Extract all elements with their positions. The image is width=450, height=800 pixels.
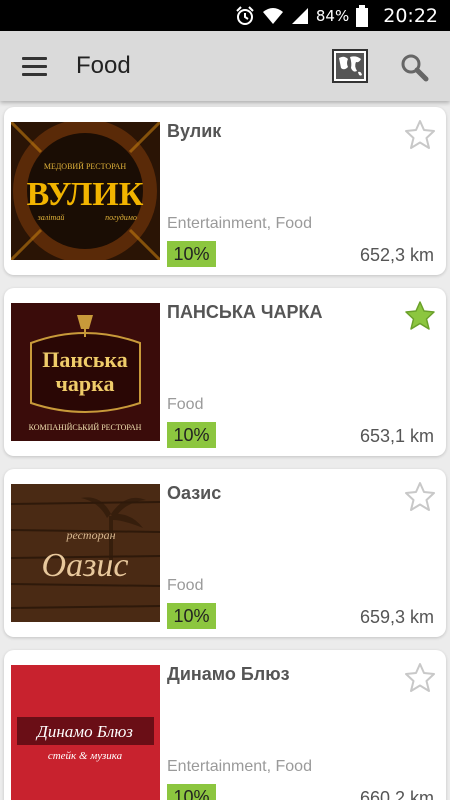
logo-text-main: Динамо Блюз xyxy=(35,722,133,741)
status-icons: 84% 20:22 xyxy=(234,0,438,31)
battery-icon xyxy=(356,4,369,27)
place-categories: Entertainment, Food xyxy=(167,215,312,232)
discount-badge: 10% xyxy=(167,784,216,800)
place-categories: Food xyxy=(167,396,204,413)
place-logo-oazis: ресторан Оазис xyxy=(11,484,160,622)
hamburger-icon[interactable] xyxy=(14,51,54,81)
place-card[interactable]: Панська чарка КОМПАНІЙСЬКИЙ РЕСТОРАН ПАН… xyxy=(4,288,446,456)
map-icon[interactable] xyxy=(332,49,368,83)
discount-badge: 10% xyxy=(167,422,216,448)
search-icon[interactable] xyxy=(398,51,430,83)
logo-text-top: ресторан xyxy=(65,528,115,542)
place-distance: 660,2 km xyxy=(359,788,434,800)
logo-text-bottom: КОМПАНІЙСЬКИЙ РЕСТОРАН xyxy=(29,423,142,432)
alarm-icon xyxy=(236,5,254,25)
status-time: 20:22 xyxy=(383,4,438,27)
place-logo-panska-charka: Панська чарка КОМПАНІЙСЬКИЙ РЕСТОРАН xyxy=(11,303,160,441)
place-card[interactable]: МЕДОВИЙ РЕСТОРАН ВУЛИК залітай погудимо … xyxy=(4,107,446,275)
signal-icon xyxy=(291,7,308,24)
star-outline-icon[interactable] xyxy=(404,662,436,692)
place-name: Динамо Блюз xyxy=(167,664,290,684)
place-name: Вулик xyxy=(167,121,222,141)
place-logo-vulyk: МЕДОВИЙ РЕСТОРАН ВУЛИК залітай погудимо xyxy=(11,122,160,260)
battery-percent: 84% xyxy=(315,6,350,25)
place-distance: 652,3 km xyxy=(359,245,434,265)
page-title: Food xyxy=(76,52,131,79)
logo-text-line2: чарка xyxy=(56,371,115,396)
star-filled-icon[interactable] xyxy=(404,300,436,330)
logo-text-right: погудимо xyxy=(105,213,137,222)
logo-text-left: залітай xyxy=(37,213,65,222)
place-name: Оазис xyxy=(167,483,222,503)
place-distance: 653,1 km xyxy=(359,426,434,446)
place-distance: 659,3 km xyxy=(359,607,434,627)
place-logo-dynamo-blues: Динамо Блюз стейк & музика xyxy=(11,665,160,800)
logo-text-line1: МЕДОВИЙ РЕСТОРАН xyxy=(44,162,127,171)
app-bar: Food xyxy=(0,31,450,101)
status-bar: 84% 20:22 xyxy=(0,0,450,31)
place-categories: Food xyxy=(167,577,204,594)
places-list[interactable]: МЕДОВИЙ РЕСТОРАН ВУЛИК залітай погудимо … xyxy=(0,101,450,800)
discount-badge: 10% xyxy=(167,603,216,629)
discount-badge: 10% xyxy=(167,241,216,267)
star-outline-icon[interactable] xyxy=(404,119,436,149)
star-outline-icon[interactable] xyxy=(404,481,436,511)
place-card[interactable]: Динамо Блюз стейк & музика Динамо Блюз E… xyxy=(4,650,446,800)
place-categories: Entertainment, Food xyxy=(167,758,312,775)
place-card[interactable]: ресторан Оазис Оазис Food 10% 659,3 km xyxy=(4,469,446,637)
place-name: ПАНСЬКА ЧАРКА xyxy=(167,302,323,322)
logo-text-line1: Панська xyxy=(42,347,128,372)
logo-text-main: Оазис xyxy=(42,547,129,584)
wifi-icon xyxy=(262,7,283,24)
logo-text-main: ВУЛИК xyxy=(27,176,144,213)
logo-text-sub: стейк & музика xyxy=(48,750,123,762)
